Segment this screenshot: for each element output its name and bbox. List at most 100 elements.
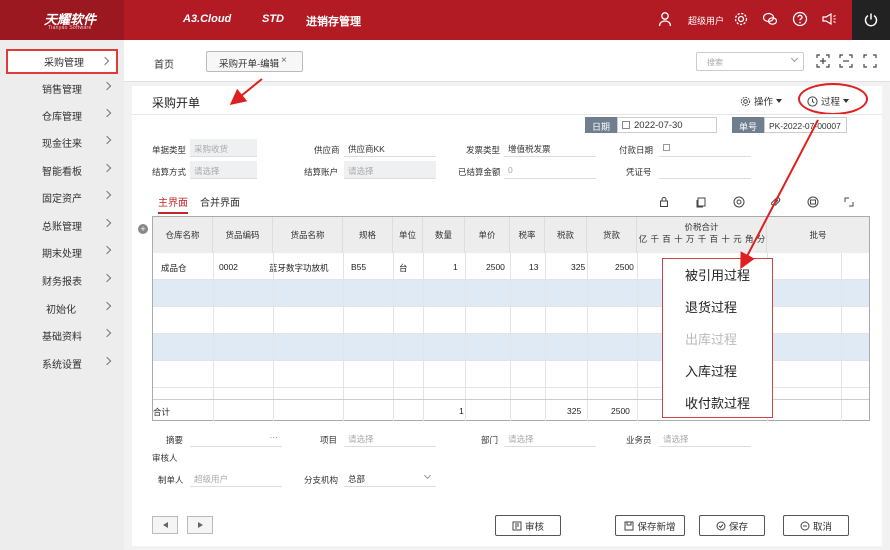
sidebar-item-init[interactable]: 初始化 — [6, 296, 118, 321]
gear-icon[interactable] — [733, 11, 749, 27]
voucher-field[interactable] — [659, 161, 751, 179]
sidebar-item-label: 仓库管理 — [42, 112, 82, 123]
prev-record-button[interactable] — [152, 516, 178, 534]
tab-merge[interactable]: 合并界面 — [200, 194, 240, 209]
audit-label: 审核 — [524, 521, 544, 533]
zoom-out-icon[interactable] — [839, 54, 853, 68]
menu-item-payment[interactable]: 收付款过程 — [685, 393, 750, 412]
cell-tax-rate: 13 — [529, 262, 539, 272]
col-tax-rate[interactable]: 税率 — [510, 217, 545, 253]
cell-price: 2500 — [486, 262, 505, 272]
date-field[interactable]: 2022-07-30 — [617, 117, 717, 133]
print-icon[interactable] — [807, 196, 819, 208]
sidebar-item-cash[interactable]: 现金往来 — [6, 130, 118, 155]
cancel-button[interactable]: 取消 — [783, 515, 849, 536]
sidebar-item-sales[interactable]: 销售管理 — [6, 76, 118, 101]
salesman-field[interactable]: 请选择 — [659, 429, 751, 447]
col-batch[interactable]: 批号 — [767, 217, 869, 253]
sidebar-item-assets[interactable]: 固定资产 — [6, 185, 118, 210]
divider — [423, 253, 424, 421]
tab-purchase-edit[interactable]: 采购开单-编辑 × — [206, 51, 303, 72]
col-warehouse[interactable]: 仓库名称 — [153, 217, 213, 253]
col-amount[interactable]: 货款 — [587, 217, 637, 253]
menu-item-inbound[interactable]: 入库过程 — [685, 361, 737, 380]
branch-value: 总部 — [348, 474, 366, 484]
gear-icon — [740, 96, 751, 106]
sidebar-item-reports[interactable]: 财务报表 — [6, 268, 118, 293]
branch-select[interactable]: 总部 — [344, 469, 436, 487]
sidebar-item-warehouse[interactable]: 仓库管理 — [6, 103, 118, 128]
bill-no-field[interactable]: PK-2022-07-00007 — [764, 117, 847, 133]
digit-unit: 分 — [756, 234, 766, 244]
save-new-button[interactable]: 保存新增 — [615, 515, 685, 536]
next-record-button[interactable] — [187, 516, 213, 534]
settle-method-field[interactable]: 请选择 — [190, 161, 257, 179]
copy-icon[interactable] — [695, 196, 707, 208]
power-button[interactable] — [852, 0, 890, 40]
sidebar-item-period-end[interactable]: 期末处理 — [6, 240, 118, 265]
tab-home[interactable]: 首页 — [154, 56, 174, 71]
bill-no-label: 单号 — [732, 117, 764, 133]
audit-button[interactable]: 审核 — [495, 515, 561, 536]
operate-menu[interactable]: 操作 — [740, 94, 783, 108]
brand-logo[interactable]: 天耀软件 Tianyao Software — [0, 0, 124, 40]
sidebar-item-purchase[interactable]: 采购管理 — [6, 49, 118, 74]
zoom-in-icon[interactable] — [816, 54, 830, 68]
username[interactable]: 超级用户 — [688, 14, 724, 27]
chevron-right-icon — [102, 218, 112, 228]
attachment-icon[interactable] — [769, 196, 781, 208]
col-spec[interactable]: 规格 — [343, 217, 393, 253]
invoice-type-field[interactable]: 增值税发票 — [504, 139, 596, 157]
col-code[interactable]: 货品编码 — [213, 217, 273, 253]
save-button[interactable]: 保存 — [699, 515, 765, 536]
add-row-icon[interactable]: + — [138, 224, 148, 234]
col-price[interactable]: 单价 — [465, 217, 510, 253]
chat-icon[interactable] — [762, 11, 778, 27]
project-label: 项目 — [320, 435, 338, 445]
module-title[interactable]: 进销存管理 — [306, 13, 361, 29]
col-name[interactable]: 货品名称 — [273, 217, 343, 253]
settle-account-field[interactable]: 请选择 — [344, 161, 436, 179]
lock-icon[interactable] — [658, 196, 670, 208]
chevron-right-icon — [102, 135, 112, 145]
pay-date-field[interactable] — [659, 139, 751, 157]
project-field[interactable]: 请选择 — [344, 429, 436, 447]
expand-icon[interactable] — [843, 196, 855, 208]
dept-field[interactable]: 请选择 — [504, 429, 596, 447]
menu-item-outbound: 出库过程 — [685, 332, 738, 347]
announcement-icon[interactable] — [821, 11, 837, 27]
divider — [841, 253, 842, 421]
settled-amount-field[interactable]: 0 — [504, 161, 596, 179]
col-tax[interactable]: 税款 — [545, 217, 587, 253]
search-input[interactable]: 搜索 — [696, 52, 804, 71]
search-icon[interactable] — [733, 196, 745, 208]
fullscreen-icon[interactable] — [863, 54, 877, 68]
sidebar-item-label: 总账管理 — [42, 222, 82, 233]
close-icon[interactable]: × — [281, 55, 287, 66]
more-icon[interactable]: ··· — [270, 432, 279, 442]
help-icon[interactable] — [792, 11, 808, 27]
process-label: 过程 — [821, 97, 841, 108]
sidebar-item-settings[interactable]: 系统设置 — [6, 351, 118, 376]
supplier-field[interactable]: 供应商KK — [344, 139, 436, 157]
menu-item-referenced[interactable]: 被引用过程 — [685, 265, 750, 284]
tab-main[interactable]: 主界面 — [158, 194, 188, 214]
col-unit[interactable]: 单位 — [393, 217, 423, 253]
maker-field[interactable]: 超级用户 — [190, 469, 282, 487]
bill-type-field[interactable]: 采购收货 — [190, 139, 257, 157]
process-dropdown: 被引用过程 退货过程 出库过程 入库过程 收付款过程 — [662, 258, 773, 418]
sidebar-item-ledger[interactable]: 总账管理 — [6, 213, 118, 238]
col-qty[interactable]: 数量 — [423, 217, 465, 253]
digit-unit: 百 — [709, 234, 719, 244]
sidebar-item-basic-data[interactable]: 基础资料 — [6, 323, 118, 348]
sidebar-item-dashboard[interactable]: 智能看板 — [6, 158, 118, 183]
menu-item-return[interactable]: 退货过程 — [685, 297, 737, 316]
user-icon[interactable] — [657, 11, 673, 27]
dept-label: 部门 — [481, 435, 499, 445]
cancel-label: 取消 — [812, 521, 832, 533]
process-menu[interactable]: 过程 — [807, 94, 850, 108]
power-icon — [864, 13, 878, 27]
sidebar-item-label: 系统设置 — [42, 360, 82, 371]
summary-field[interactable]: ··· — [190, 429, 282, 447]
maker-label: 制单人 — [158, 475, 184, 485]
